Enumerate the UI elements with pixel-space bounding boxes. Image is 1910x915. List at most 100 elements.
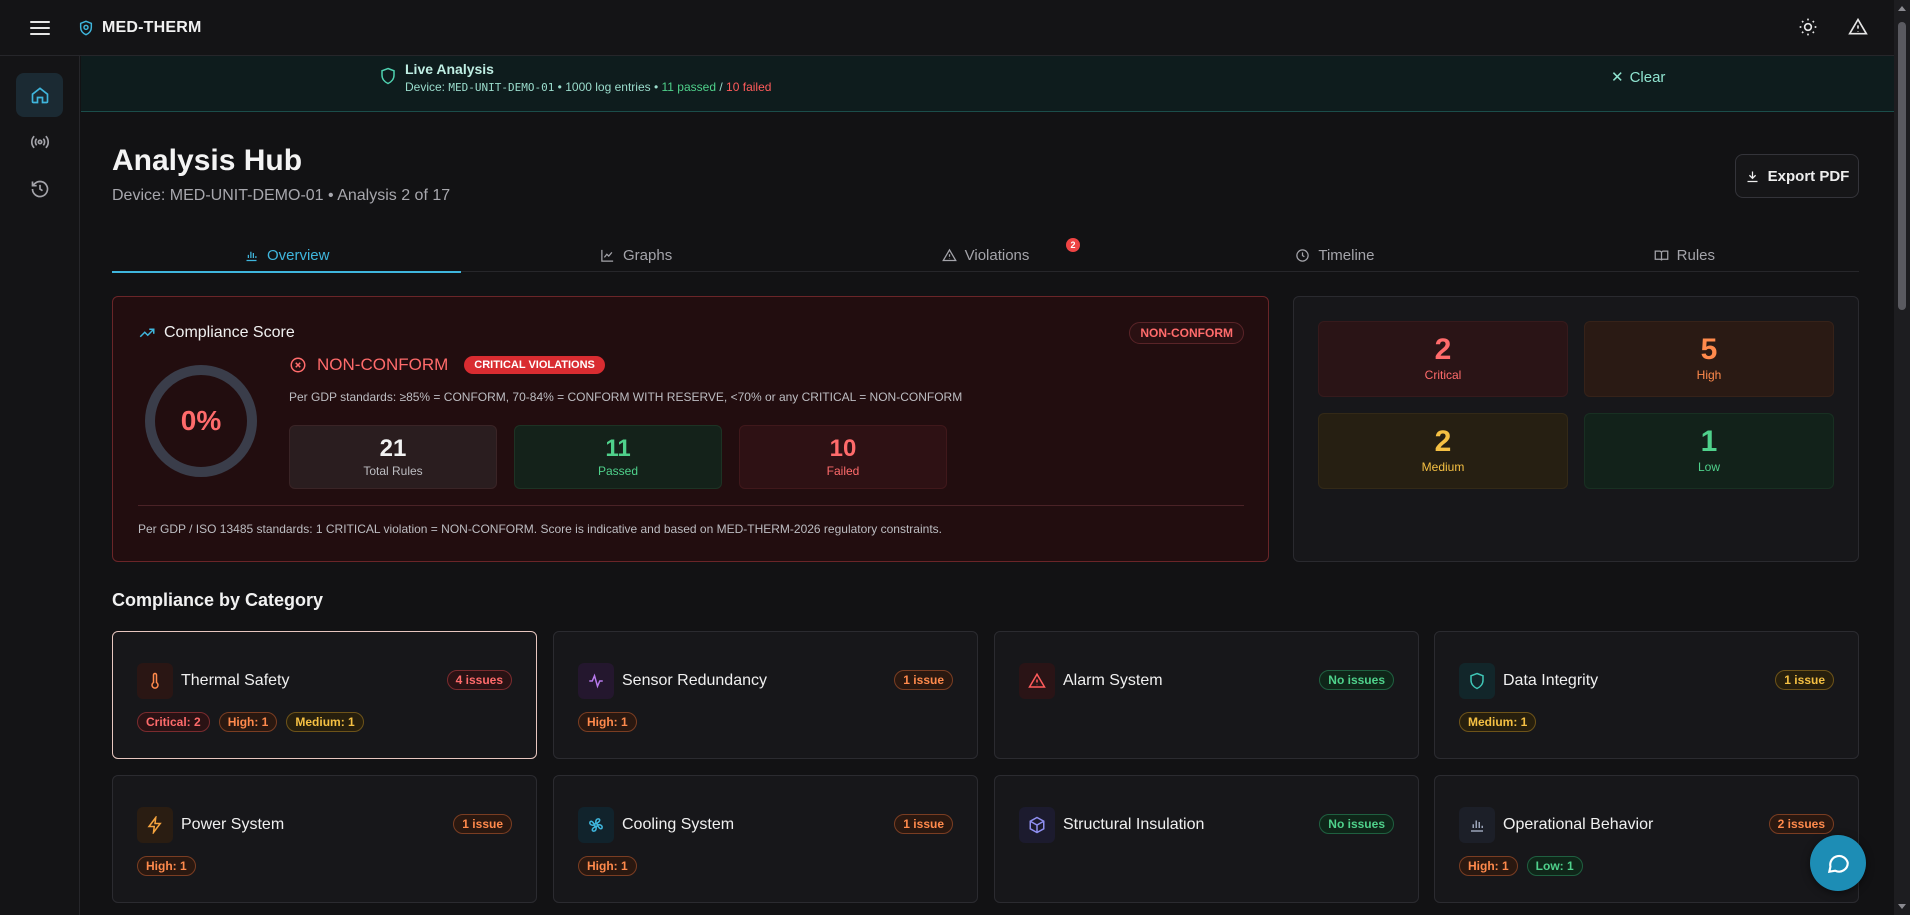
low-count-box: 1 Low bbox=[1584, 413, 1834, 489]
failed-count: 10 failed bbox=[726, 80, 772, 94]
stat-number: 21 bbox=[379, 435, 407, 462]
stat-label: Passed bbox=[597, 464, 639, 478]
scroll-thumb[interactable] bbox=[1898, 22, 1906, 310]
severity-number: 1 bbox=[1700, 425, 1718, 458]
severity-label: High bbox=[1696, 368, 1722, 382]
tab-rules[interactable]: Rules bbox=[1510, 240, 1859, 271]
issue-count-badge: No issues bbox=[1319, 814, 1394, 834]
stat-label: Failed bbox=[826, 464, 860, 478]
alert-triangle-icon bbox=[1019, 663, 1055, 699]
bar-chart-icon bbox=[1459, 807, 1495, 843]
stat-number: 10 bbox=[829, 435, 857, 462]
category-card-data-integrity[interactable]: Data Integrity 1 issue Medium: 1 bbox=[1434, 631, 1859, 759]
fan-icon bbox=[578, 807, 614, 843]
tab-graphs[interactable]: Graphs bbox=[461, 240, 810, 271]
sun-icon[interactable] bbox=[1798, 17, 1818, 37]
status-badge: NON-CONFORM bbox=[1129, 322, 1244, 344]
separator: / bbox=[719, 80, 723, 94]
bar-chart-icon bbox=[246, 251, 257, 262]
tab-overview[interactable]: Overview bbox=[112, 240, 462, 273]
page-scrollbar[interactable] bbox=[1894, 0, 1910, 915]
sidebar-item-home[interactable] bbox=[16, 73, 63, 117]
close-icon: ✕ bbox=[1611, 69, 1624, 86]
sidebar-item-history[interactable] bbox=[16, 167, 63, 211]
device-prefix: Device: bbox=[405, 80, 446, 94]
history-icon bbox=[31, 180, 48, 198]
severity-tags: High: 1 bbox=[137, 856, 196, 876]
sidebar-item-live[interactable] bbox=[16, 120, 63, 164]
live-analysis-banner: Live Analysis Device: MED-UNIT-DEMO-01 •… bbox=[81, 56, 1894, 112]
stat-number: 11 bbox=[605, 435, 631, 462]
high-count-box: 5 High bbox=[1584, 321, 1834, 397]
export-pdf-button[interactable]: Export PDF bbox=[1735, 154, 1859, 198]
compliance-score-title: Compliance Score bbox=[138, 324, 295, 342]
category-name: Power System bbox=[181, 816, 285, 833]
critical-violations-tag: CRITICAL VIOLATIONS bbox=[464, 356, 605, 374]
x-circle-icon bbox=[290, 357, 306, 373]
tab-label: Violations bbox=[964, 247, 1030, 264]
shield-logo-icon bbox=[79, 20, 93, 35]
scroll-up-arrow[interactable] bbox=[1898, 6, 1906, 11]
failed-stat: 10 Failed bbox=[739, 425, 947, 489]
severity-number: 5 bbox=[1700, 333, 1718, 366]
tab-label: Overview bbox=[266, 247, 330, 264]
line-chart-icon bbox=[601, 249, 614, 262]
alert-icon[interactable] bbox=[1848, 17, 1868, 37]
severity-tags: High: 1 bbox=[578, 712, 637, 732]
severity-tag: High: 1 bbox=[578, 712, 637, 732]
status-line: NON-CONFORM CRITICAL VIOLATIONS bbox=[289, 355, 605, 375]
critical-count-box: 2 Critical bbox=[1318, 321, 1568, 397]
sidebar bbox=[0, 56, 80, 915]
category-card-power-system[interactable]: Power System 1 issue High: 1 bbox=[112, 775, 537, 903]
issue-count-badge: 1 issue bbox=[1775, 670, 1834, 690]
score-footnote: Per GDP / ISO 13485 standards: 1 CRITICA… bbox=[138, 522, 942, 536]
category-card-alarm-system[interactable]: Alarm System No issues bbox=[994, 631, 1419, 759]
download-icon bbox=[1747, 171, 1758, 182]
activity-icon bbox=[578, 663, 614, 699]
severity-tag: Critical: 2 bbox=[137, 712, 210, 732]
separator: • bbox=[557, 80, 562, 94]
menu-icon[interactable] bbox=[30, 20, 50, 35]
category-name: Cooling System bbox=[622, 816, 735, 833]
broadcast-icon bbox=[30, 135, 49, 149]
issue-count-badge: No issues bbox=[1319, 670, 1394, 690]
tab-label: Graphs bbox=[623, 247, 673, 264]
severity-number: 2 bbox=[1434, 333, 1452, 366]
log-entries-count: 1000 log entries bbox=[565, 80, 651, 94]
severity-tag: High: 1 bbox=[578, 856, 637, 876]
category-card-cooling-system[interactable]: Cooling System 1 issue High: 1 bbox=[553, 775, 978, 903]
clear-label: Clear bbox=[1629, 68, 1666, 86]
category-name: Alarm System bbox=[1063, 672, 1163, 689]
medium-count-box: 2 Medium bbox=[1318, 413, 1568, 489]
tab-timeline[interactable]: Timeline bbox=[1160, 240, 1509, 271]
severity-label: Low bbox=[1697, 460, 1720, 474]
warning-icon bbox=[941, 248, 957, 262]
chat-button[interactable] bbox=[1810, 835, 1866, 891]
clear-button[interactable]: ✕ Clear bbox=[1611, 68, 1666, 87]
severity-tags: Medium: 1 bbox=[1459, 712, 1537, 732]
scroll-down-arrow[interactable] bbox=[1898, 904, 1906, 909]
category-card-operational-behavior[interactable]: Operational Behavior 2 issues High: 1 Lo… bbox=[1434, 775, 1859, 903]
top-bar: MED-THERM bbox=[0, 0, 1894, 56]
severity-tag: Medium: 1 bbox=[1459, 712, 1537, 732]
severity-tag: High: 1 bbox=[1459, 856, 1518, 876]
passed-stat: 11 Passed bbox=[514, 425, 722, 489]
export-pdf-label: Export PDF bbox=[1767, 167, 1850, 185]
category-name: Sensor Redundancy bbox=[622, 672, 767, 689]
category-name: Data Integrity bbox=[1503, 672, 1599, 689]
tab-violations[interactable]: Violations bbox=[811, 240, 1160, 271]
status-text: NON-CONFORM bbox=[317, 355, 449, 374]
category-card-thermal-safety[interactable]: Thermal Safety 4 issues Critical: 2 High… bbox=[112, 631, 537, 759]
severity-summary-card: 2 Critical 5 High 2 Medium 1 Low bbox=[1293, 296, 1859, 562]
violations-count-badge: 2 bbox=[1066, 238, 1080, 252]
severity-tag: High: 1 bbox=[218, 712, 278, 732]
section-title: Compliance by Category bbox=[112, 590, 324, 610]
brand-name: MED-THERM bbox=[102, 18, 202, 36]
box-icon bbox=[1019, 807, 1055, 843]
category-card-structural-insulation[interactable]: Structural Insulation No issues bbox=[994, 775, 1419, 903]
standards-note: Per GDP standards: ≥85% = CONFORM, 70-84… bbox=[289, 390, 963, 404]
score-value: 0% bbox=[180, 405, 222, 436]
category-card-sensor-redundancy[interactable]: Sensor Redundancy 1 issue High: 1 bbox=[553, 631, 978, 759]
severity-tags: High: 1 Low: 1 bbox=[1459, 856, 1583, 876]
issue-count-badge: 4 issues bbox=[446, 670, 512, 690]
